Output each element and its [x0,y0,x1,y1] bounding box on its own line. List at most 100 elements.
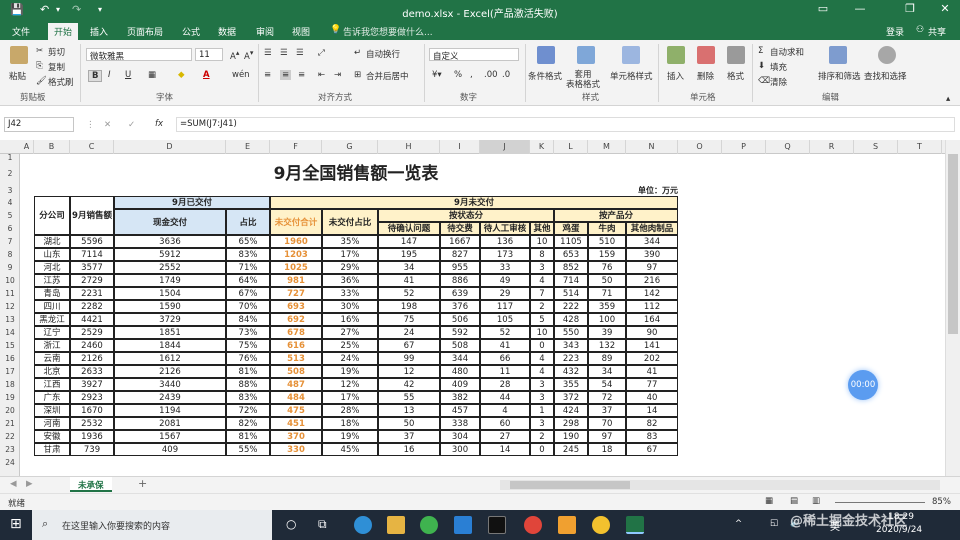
table-cell[interactable]: 245 [554,443,588,456]
page-layout-view-icon[interactable]: ▤ [790,496,798,506]
table-cell[interactable]: 223 [554,352,588,365]
name-box[interactable]: J42 [4,117,74,132]
branch-name[interactable]: 安徽 [34,430,70,443]
cell-style-icon[interactable] [622,46,640,64]
table-cell[interactable]: 16 [378,443,440,456]
table-cell[interactable]: 3 [530,417,554,430]
table-cell[interactable]: 27% [322,326,378,339]
table-cell[interactable]: 132 [588,339,626,352]
row-header[interactable]: 10 [0,274,20,287]
table-cell[interactable]: 2 [530,300,554,313]
qq-icon[interactable] [592,516,610,534]
branch-name[interactable]: 北京 [34,365,70,378]
header-by-product[interactable]: 按产品分 [554,209,678,222]
tab-view[interactable]: 视图 [292,25,310,38]
table-cell[interactable]: 678 [270,326,322,339]
table-cell[interactable]: 198 [378,300,440,313]
table-cell[interactable]: 41 [378,274,440,287]
table-cell[interactable]: 5 [530,313,554,326]
column-header-q[interactable]: Q [766,140,810,154]
align-left-icon[interactable]: ≡ [264,70,271,80]
increase-decimal-icon[interactable]: .00 [484,70,498,80]
table-cell[interactable]: 510 [588,235,626,248]
table-cell[interactable]: 1567 [114,430,226,443]
table-cell[interactable]: 67 [378,339,440,352]
zoom-level[interactable]: 85% [932,497,951,507]
row-header[interactable]: 5 [0,209,20,222]
table-cell[interactable]: 1612 [114,352,226,365]
restore-button[interactable]: ❐ [895,2,925,15]
close-button[interactable]: ✕ [930,2,960,15]
table-cell[interactable]: 1936 [70,430,114,443]
table-cell[interactable]: 1749 [114,274,226,287]
table-cell[interactable]: 88% [226,378,270,391]
column-header-o[interactable]: O [678,140,722,154]
table-cell[interactable]: 12 [378,365,440,378]
table-cell[interactable]: 11 [480,365,530,378]
table-cell[interactable]: 3440 [114,378,226,391]
header-delivered[interactable]: 9月已交付 [114,196,270,209]
table-cell[interactable]: 714 [554,274,588,287]
table-cell[interactable]: 480 [440,365,480,378]
table-cell[interactable]: 514 [554,287,588,300]
decrease-decimal-icon[interactable]: .0 [502,70,510,80]
terminal-icon[interactable] [488,516,506,534]
align-top-icon[interactable]: ☰ [264,48,272,58]
table-cell[interactable]: 1667 [440,235,480,248]
find-select-button[interactable]: 查找和选择 [864,70,907,82]
table-cell[interactable]: 2460 [70,339,114,352]
table-cell[interactable]: 4421 [70,313,114,326]
italic-button[interactable]: I [108,70,111,80]
table-cell[interactable]: 3 [530,391,554,404]
table-cell[interactable]: 18 [588,443,626,456]
table-cell[interactable]: 89 [588,352,626,365]
column-header-t[interactable]: T [898,140,942,154]
table-cell[interactable]: 29% [322,261,378,274]
branch-name[interactable]: 河北 [34,261,70,274]
table-cell[interactable]: 513 [270,352,322,365]
header-by-status[interactable]: 按状态分 [378,209,554,222]
table-cell[interactable]: 33 [480,261,530,274]
font-name-select[interactable]: 微软雅黑 [86,48,192,62]
currency-icon[interactable]: ¥▾ [432,70,442,80]
grow-font-icon[interactable]: A▴ [230,48,239,62]
row-header[interactable]: 1 [0,154,20,162]
sheet-tab-active[interactable]: 未承保 [70,477,112,492]
collapse-ribbon-icon[interactable]: ▴ [946,94,950,104]
redo-icon[interactable]: ↷ [72,3,81,16]
header-product-h_egg[interactable]: 鸡蛋 [554,222,588,235]
header-ratio[interactable]: 占比 [226,209,270,235]
table-cell[interactable]: 147 [378,235,440,248]
cut-button[interactable]: 剪切 [48,46,65,58]
table-cell[interactable]: 67 [626,443,678,456]
table-cell[interactable]: 1851 [114,326,226,339]
align-right-icon[interactable]: ≡ [298,70,305,80]
table-cell[interactable]: 4 [530,274,554,287]
cortana-icon[interactable]: ○ [286,517,296,531]
table-cell[interactable]: 359 [588,300,626,313]
normal-view-icon[interactable]: ▦ [765,496,773,506]
table-cell[interactable]: 886 [440,274,480,287]
insert-cells-icon[interactable] [667,46,685,64]
table-cell[interactable]: 202 [626,352,678,365]
branch-name[interactable]: 甘肃 [34,443,70,456]
file-explorer-icon[interactable] [387,516,405,534]
table-cell[interactable]: 34 [588,365,626,378]
table-cell[interactable]: 304 [440,430,480,443]
table-cell[interactable]: 428 [554,313,588,326]
table-cell[interactable]: 3 [530,261,554,274]
excel-icon[interactable] [626,516,644,534]
table-cell[interactable]: 70% [226,300,270,313]
orientation-icon[interactable]: ⤢ [318,48,325,58]
table-cell[interactable]: 82% [226,417,270,430]
table-cell[interactable]: 27 [480,430,530,443]
customize-toolbar-icon[interactable]: ▾ [98,5,102,14]
insert-cells-button[interactable]: 插入 [667,70,684,82]
zoom-slider[interactable] [835,502,925,503]
table-cell[interactable]: 72% [226,404,270,417]
table-cell[interactable]: 36% [322,274,378,287]
table-cell[interactable]: 71 [588,287,626,300]
percent-icon[interactable]: % [454,70,462,80]
table-cell[interactable]: 39 [588,326,626,339]
table-cell[interactable]: 34 [378,261,440,274]
